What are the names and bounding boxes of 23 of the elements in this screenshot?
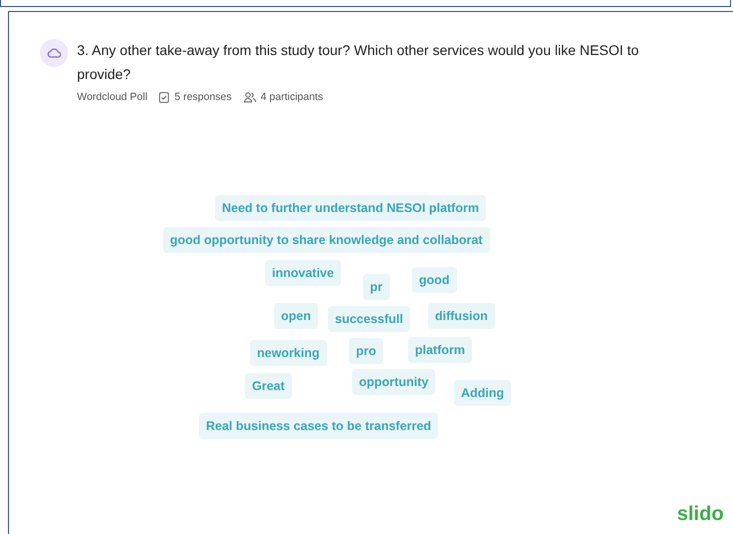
word-chip: pr bbox=[363, 274, 390, 300]
word-chip: opportunity bbox=[352, 369, 436, 395]
word-chip: pro bbox=[349, 338, 384, 364]
word-chip: neworking bbox=[250, 340, 327, 366]
word-chip: innovative bbox=[265, 260, 341, 286]
word-chip: open bbox=[274, 303, 318, 329]
word-chip: Great bbox=[245, 373, 292, 399]
word-chip: good bbox=[412, 267, 457, 293]
word-chip: Real business cases to be transferred bbox=[199, 413, 438, 439]
people-icon bbox=[244, 92, 256, 102]
word-chip: platform bbox=[408, 337, 472, 363]
slido-logo: slido bbox=[677, 503, 724, 526]
poll-type: Wordcloud Poll bbox=[77, 91, 148, 103]
question-title: 3. Any other take-away from this study tour? Which other services would you like NESOI to provide? bbox=[77, 41, 640, 84]
word-chip: Adding bbox=[454, 380, 512, 406]
word-chip: Need to further understand NESOI platform bbox=[215, 195, 486, 221]
word-chip: successfull bbox=[328, 306, 410, 332]
word-chip: good opportunity to share knowledge and collaborat bbox=[163, 227, 490, 253]
clipboard-check-icon bbox=[159, 92, 170, 102]
response-count: 5 responses bbox=[174, 91, 232, 103]
wordcloud-icon bbox=[40, 39, 68, 67]
participant-count: 4 participants bbox=[260, 91, 324, 103]
word-chip: diffusion bbox=[428, 303, 495, 329]
